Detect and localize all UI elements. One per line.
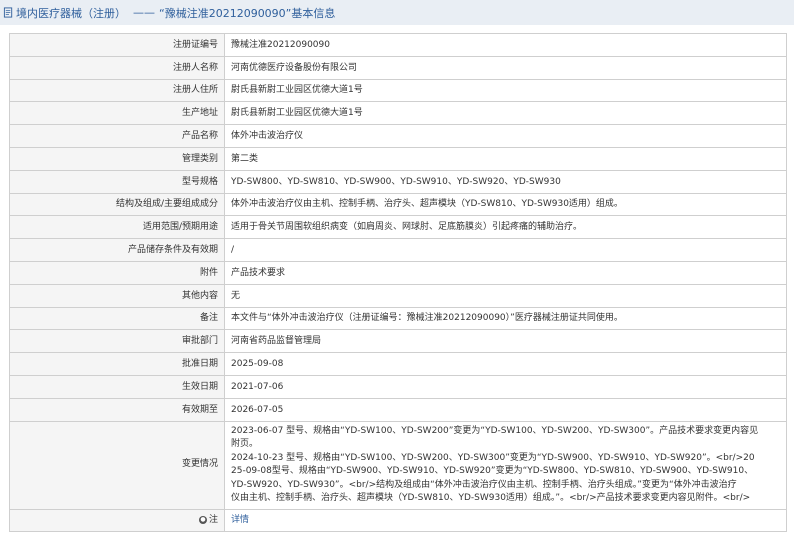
row-label: 生效日期 <box>9 374 225 399</box>
row-label: 型号规格 <box>9 169 225 194</box>
table-row: 批准日期 2025-09-08 <box>9 352 787 376</box>
details-link[interactable]: 详情 <box>231 515 249 525</box>
table-row: 生效日期 2021-07-06 <box>9 374 787 399</box>
change-line: 25-09-08型号、规格由“YD-SW900、YD-SW910、YD-SW92… <box>231 466 754 477</box>
page-header: 境内医疗器械（注册） —— “豫械注准20212090090”基本信息 <box>0 0 794 25</box>
table-row: 型号规格 YD-SW800、YD-SW810、YD-SW900、YD-SW910、… <box>9 169 787 194</box>
row-value: 河南省药品监督管理局 <box>224 329 787 354</box>
row-value: 体外冲击波治疗仪 <box>224 124 787 148</box>
page-title: “豫械注准20212090090”基本信息 <box>159 6 336 20</box>
row-value: / <box>224 238 787 262</box>
detail-table: 注册证编号 豫械注准20212090090 注册人名称 河南优德医疗设备股份有限公司… <box>9 33 787 533</box>
change-line: 2024-10-23 型号、规格由“YD-SW100、YD-SW200、YD-S… <box>231 452 755 463</box>
table-row: 生产地址 尉氏县新尉工业园区优德大道1号 <box>9 101 787 126</box>
row-label: 产品名称 <box>9 124 225 148</box>
document-icon <box>3 7 13 18</box>
row-label: 批准日期 <box>9 352 225 376</box>
row-label: 适用范围/预期用途 <box>9 215 225 240</box>
title-separator: —— <box>133 6 155 19</box>
row-value: YD-SW800、YD-SW810、YD-SW900、YD-SW910、YD-S… <box>224 169 787 194</box>
category-label: 境内医疗器械（注册） <box>16 6 126 20</box>
table-row: 产品名称 体外冲击波治疗仪 <box>9 124 787 148</box>
table-row: 结构及组成/主要组成成分 体外冲击波治疗仪由主机、控制手柄、治疗头、超声模块（YD… <box>9 192 787 217</box>
row-label: 结构及组成/主要组成成分 <box>9 192 225 217</box>
row-value: 适用于骨关节周围软组织病变（如肩周炎、网球肘、足底筋膜炎）引起疼痛的辅助治疗。 <box>224 215 787 240</box>
table-row: 审批部门 河南省药品监督管理局 <box>9 329 787 354</box>
table-row: 附件 产品技术要求 <box>9 260 787 285</box>
table-row: 注册人名称 河南优德医疗设备股份有限公司 <box>9 55 787 80</box>
change-history-value: 2023-06-07 型号、规格由“YD-SW100、YD-SW200”变更为“… <box>224 420 787 510</box>
row-value: 尉氏县新尉工业园区优德大道1号 <box>224 101 787 126</box>
row-label: 管理类别 <box>9 146 225 171</box>
row-value: 体外冲击波治疗仪由主机、控制手柄、治疗头、超声模块（YD-SW810、YD-SW… <box>224 192 787 217</box>
row-value: 2021-07-06 <box>224 374 787 399</box>
row-label: 其他内容 <box>9 283 225 308</box>
note-label-cell: ● 注 <box>9 508 225 533</box>
row-value: 2026-07-05 <box>224 397 787 422</box>
row-value: 河南优德医疗设备股份有限公司 <box>224 55 787 80</box>
row-value: 尉氏县新尉工业园区优德大道1号 <box>224 78 787 103</box>
table-row: 注册人住所 尉氏县新尉工业园区优德大道1号 <box>9 78 787 103</box>
row-value: 本文件与“体外冲击波治疗仪（注册证编号：豫械注准20212090090）”医疗器… <box>224 306 787 331</box>
change-line: 仪由主机、控制手柄、治疗头、超声模块（YD-SW810、YD-SW930适用）组… <box>231 493 751 504</box>
row-label: 产品储存条件及有效期 <box>9 238 225 262</box>
row-label: 有效期至 <box>9 397 225 422</box>
row-value: 豫械注准20212090090 <box>224 33 787 57</box>
row-label: 注册人住所 <box>9 78 225 103</box>
row-label: 变更情况 <box>9 420 225 510</box>
table-row: 备注 本文件与“体外冲击波治疗仪（注册证编号：豫械注准20212090090）”医… <box>9 306 787 331</box>
row-value: 无 <box>224 283 787 308</box>
table-row: 其他内容无 <box>9 283 787 308</box>
table-row: 产品储存条件及有效期 / <box>9 238 787 262</box>
table-row: 注册证编号 豫械注准20212090090 <box>9 33 787 57</box>
row-value: 产品技术要求 <box>224 260 787 285</box>
row-label: 注册人名称 <box>9 55 225 80</box>
note-row: ● 注 详情 <box>9 508 787 533</box>
row-label: 生产地址 <box>9 101 225 126</box>
row-label: 审批部门 <box>9 329 225 354</box>
note-value-cell: 详情 <box>224 508 787 533</box>
table-row: 适用范围/预期用途 适用于骨关节周围软组织病变（如肩周炎、网球肘、足底筋膜炎）引起… <box>9 215 787 240</box>
table-row: 有效期至 2026-07-05 <box>9 397 787 422</box>
change-line: 2023-06-07 型号、规格由“YD-SW100、YD-SW200”变更为“… <box>231 425 759 436</box>
change-line: YD-SW920、YD-SW930”。<br/>结构及组成由“体外冲击波治疗仪由… <box>231 479 737 490</box>
info-icon: ● <box>198 515 207 524</box>
table-row: 管理类别 第二类 <box>9 146 787 171</box>
change-line: 附页。 <box>231 439 259 450</box>
row-label: 备注 <box>9 306 225 331</box>
change-history-row: 变更情况 2023-06-07 型号、规格由“YD-SW100、YD-SW200… <box>9 420 787 510</box>
row-value: 第二类 <box>224 146 787 171</box>
row-label: 附件 <box>9 260 225 285</box>
row-label: 注册证编号 <box>9 33 225 57</box>
row-value: 2025-09-08 <box>224 352 787 376</box>
row-label: 注 <box>208 515 218 526</box>
